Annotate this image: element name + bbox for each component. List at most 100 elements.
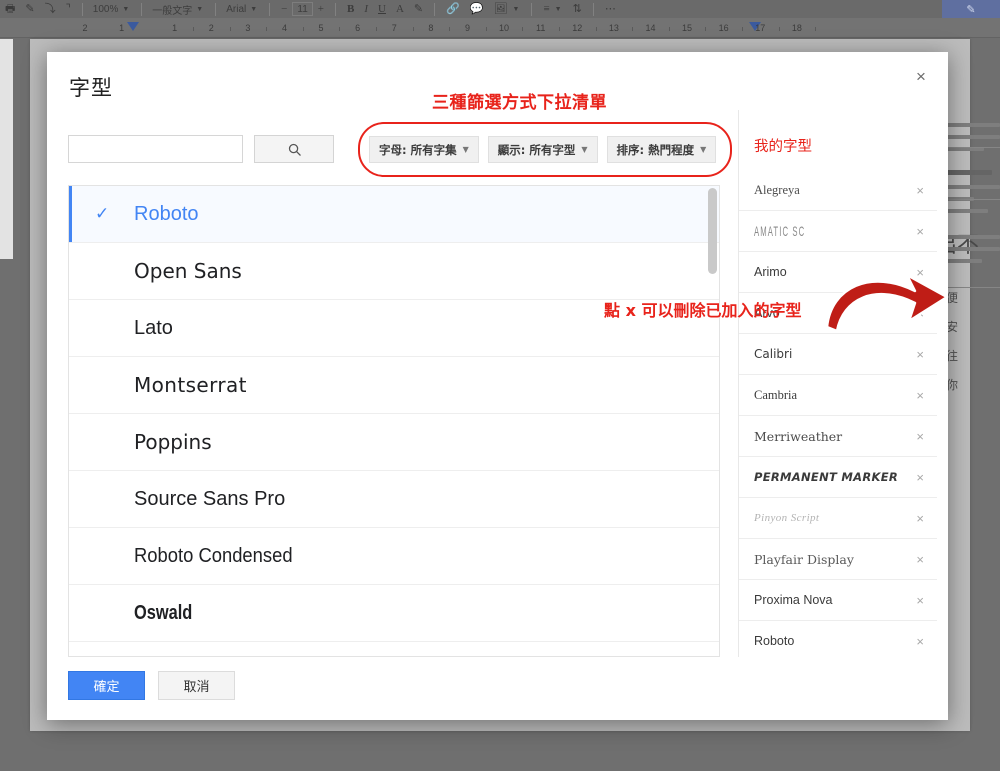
font-list-item[interactable]: Poppins <box>69 414 719 471</box>
highlight-color-icon[interactable]: ✎ <box>409 0 428 18</box>
my-font-item[interactable]: Permanent Marker × <box>739 457 937 498</box>
sort-filter-label: 排序: 熱門程度 <box>616 142 695 157</box>
paint-format-icon[interactable]: ✎ <box>20 0 39 18</box>
remove-font-icon[interactable]: × <box>916 593 924 608</box>
my-font-item[interactable]: Roboto × <box>739 621 937 657</box>
font-size-increase-button[interactable]: + <box>313 0 329 18</box>
document-page-left-edge <box>0 39 13 259</box>
font-chevron-down-icon[interactable]: ▼ <box>250 6 263 13</box>
dialog-footer: 確定 取消 <box>68 671 235 700</box>
script-filter[interactable]: 字母: 所有字集 ▼ <box>369 136 479 163</box>
search-icon <box>288 143 301 156</box>
my-fonts-list: Alegreya×Amatic SC×Arimo×Arvo×Calibri×Ca… <box>739 170 937 657</box>
ruler-minor-tick <box>339 27 341 31</box>
style-chevron-down-icon[interactable]: ▼ <box>196 6 209 13</box>
font-list-item-label: Lato <box>134 316 173 339</box>
italic-icon[interactable]: I <box>359 0 373 18</box>
remove-font-icon[interactable]: × <box>916 634 924 649</box>
insert-link-icon[interactable]: 🔗 <box>441 0 465 18</box>
ruler-tick: 8 <box>428 23 434 33</box>
font-list-scrollbar[interactable] <box>708 188 717 654</box>
insert-image-icon[interactable]: 🖼 <box>489 0 513 18</box>
document-text-bar <box>944 135 1000 139</box>
search-input[interactable] <box>68 135 243 163</box>
bold-icon[interactable]: B <box>342 0 359 18</box>
image-chevron-down-icon[interactable]: ▼ <box>513 6 526 13</box>
my-font-item[interactable]: Pinyon Script × <box>739 498 937 539</box>
insert-comment-icon[interactable]: 💬 <box>465 0 489 18</box>
remove-font-icon[interactable]: × <box>916 429 924 444</box>
remove-font-icon[interactable]: × <box>916 511 924 526</box>
my-font-item[interactable]: Playfair Display × <box>739 539 937 580</box>
font-size-decrease-button[interactable]: − <box>276 0 292 18</box>
text-color-icon[interactable]: A <box>391 0 409 18</box>
ruler-minor-tick <box>778 27 780 31</box>
font-family-value[interactable]: Arial <box>222 4 250 15</box>
ruler-minor-tick <box>412 27 414 31</box>
ok-button[interactable]: 確定 <box>68 671 145 700</box>
font-list-item[interactable]: Montserrat <box>69 357 719 414</box>
ruler-minor-tick <box>558 27 560 31</box>
my-font-item[interactable]: Proxima Nova × <box>739 580 937 621</box>
sort-filter[interactable]: 排序: 熱門程度 ▼ <box>606 136 717 163</box>
toolbar-divider <box>81 2 83 16</box>
toolbar-divider <box>335 2 336 16</box>
font-list[interactable]: ✓ Roboto Open Sans Lato Montserrat Poppins Sou… <box>68 185 720 657</box>
edit-mode-pen-icon[interactable]: ✎ <box>942 0 1000 18</box>
font-size-value[interactable]: 11 <box>292 2 313 16</box>
underline-icon[interactable]: U <box>373 0 391 18</box>
cancel-button[interactable]: 取消 <box>158 671 235 700</box>
toolbar-divider <box>215 2 217 16</box>
my-font-item[interactable]: Cambria × <box>739 375 937 416</box>
my-font-item[interactable]: Merriweather × <box>739 416 937 457</box>
remove-font-icon[interactable]: × <box>916 552 924 567</box>
show-filter-label: 顯示: 所有字型 <box>497 142 576 157</box>
ruler-tick: 11 <box>535 23 546 33</box>
line-spacing-icon[interactable]: ⇅ <box>568 0 587 18</box>
ruler-tick: 9 <box>464 23 470 33</box>
paragraph-style-value[interactable]: 一般文字 <box>148 2 196 17</box>
align-icon[interactable]: ≡ <box>538 0 554 18</box>
font-list-item[interactable]: Open Sans <box>69 243 719 300</box>
filter-chip-group: 字母: 所有字集 ▼ 顯示: 所有字型 ▼ 排序: 熱門程度 ▼ <box>369 136 717 163</box>
my-fonts-title: 我的字型 <box>754 139 812 155</box>
zoom-chevron-down-icon[interactable]: ▼ <box>122 6 135 13</box>
remove-font-icon[interactable]: × <box>916 470 924 485</box>
font-list-item-label: Roboto <box>134 202 199 225</box>
align-chevron-down-icon[interactable]: ▼ <box>555 6 568 13</box>
remove-font-icon[interactable]: × <box>916 388 924 403</box>
my-font-item[interactable]: Amatic SC × <box>739 211 937 252</box>
ruler-minor-tick <box>632 27 634 31</box>
ruler-minor-tick <box>375 27 377 31</box>
show-filter[interactable]: 顯示: 所有字型 ▼ <box>487 136 598 163</box>
font-list-item[interactable]: Oswald <box>69 585 719 642</box>
remove-font-icon[interactable]: × <box>916 224 924 239</box>
more-options-icon[interactable]: ⋯ <box>600 0 621 18</box>
ruler-tick: 3 <box>245 23 251 33</box>
font-list-item-label: Roboto Condensed <box>134 544 293 567</box>
font-list-scrollbar-thumb[interactable] <box>708 188 717 274</box>
print-icon[interactable]: 🖶 <box>0 0 20 18</box>
font-list-item[interactable]: Roboto Condensed <box>69 528 719 585</box>
zoom-level-value[interactable]: 100% <box>89 4 123 15</box>
font-list-item[interactable]: Source Sans Pro <box>69 471 719 528</box>
ruler-minor-tick <box>668 27 670 31</box>
toolbar-divider <box>269 2 271 16</box>
annotation-filters-note: 三種篩選方式下拉清單 <box>432 93 607 113</box>
check-icon: ✓ <box>95 204 110 223</box>
font-list-item-label: Oswald <box>134 601 193 624</box>
undo-redo-icon[interactable]: ⌝ <box>61 0 76 18</box>
search-button[interactable] <box>254 135 334 163</box>
close-icon[interactable]: × <box>906 62 936 92</box>
remove-font-icon[interactable]: × <box>916 183 924 198</box>
remove-font-icon[interactable]: × <box>916 347 924 362</box>
document-ruler[interactable]: 2 1 1 2 3 4 5 6 7 8 9 10 11 12 13 14 15 16 17 18 <box>0 18 1000 38</box>
document-text-bar <box>944 123 1000 127</box>
my-font-item-label: Proxima Nova <box>754 593 833 607</box>
ruler-tick: 15 <box>682 23 693 33</box>
toolbar-divider <box>434 2 436 16</box>
ruler-indent-marker-left[interactable] <box>127 22 139 31</box>
spelling-check-icon[interactable]: ⤵ <box>40 0 61 18</box>
my-font-item[interactable]: Alegreya × <box>739 170 937 211</box>
font-list-item[interactable]: ✓ Roboto <box>69 186 719 243</box>
